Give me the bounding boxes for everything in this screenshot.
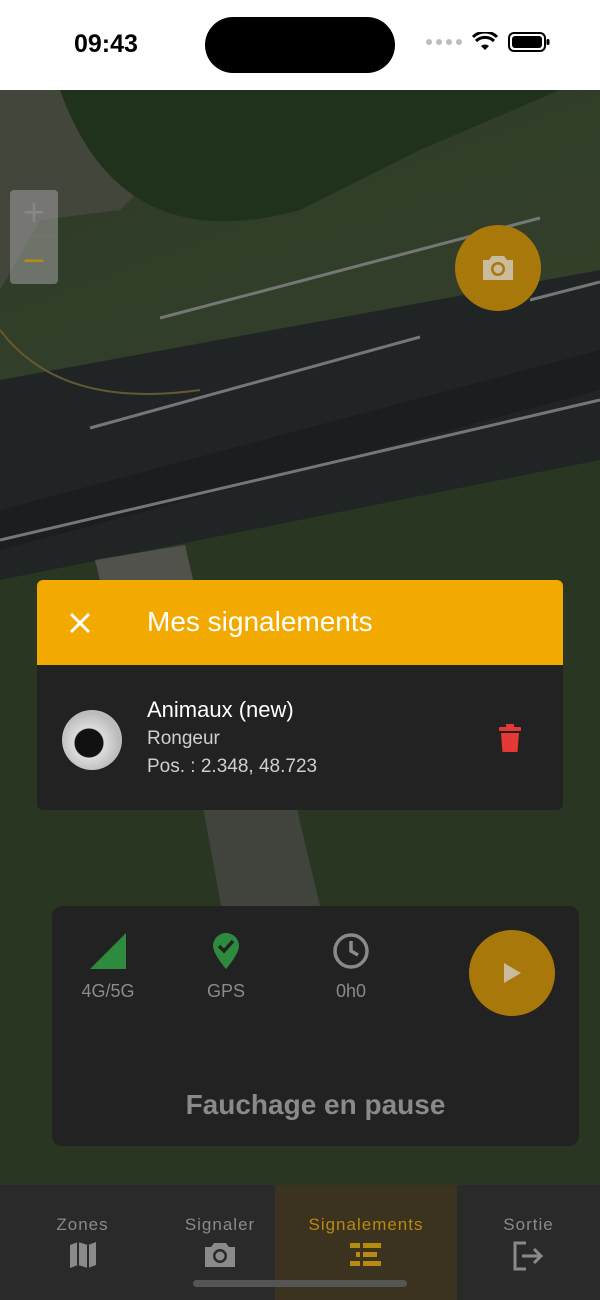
signal-icon: [90, 933, 126, 969]
camera-button[interactable]: [455, 225, 541, 311]
timer-label: 0h0: [335, 981, 367, 1001]
exit-icon: [513, 1241, 543, 1271]
gps-label: GPS: [206, 981, 245, 1001]
mowing-status-text: Fauchage en pause: [185, 1089, 446, 1120]
nav-label-signaler: Signaler: [184, 1215, 256, 1234]
report-thumbnail: [62, 710, 122, 770]
battery-icon: [508, 32, 550, 52]
close-icon: [69, 612, 91, 634]
status-icons: [426, 32, 550, 52]
home-indicator[interactable]: [193, 1280, 407, 1287]
play-button[interactable]: [469, 930, 555, 1016]
gps-check-icon: [213, 933, 239, 969]
clock-icon: [333, 933, 369, 969]
zoom-in-button[interactable]: +: [10, 190, 58, 236]
nav-label-signalements: Signalements: [308, 1215, 424, 1234]
nav-item-zones[interactable]: Zones: [0, 1185, 165, 1300]
network-indicator: 4G/5G: [58, 932, 158, 1002]
status-time: 09:43: [74, 30, 138, 58]
status-bar: 09:43: [0, 0, 600, 90]
report-subtitle: Rongeur: [147, 728, 220, 749]
timer-indicator: 0h0: [301, 932, 401, 1002]
nav-item-sortie[interactable]: Sortie: [457, 1185, 600, 1300]
map-icon: [69, 1242, 96, 1268]
play-icon: [504, 963, 521, 983]
delete-report-button[interactable]: [497, 723, 523, 758]
reports-panel-header: Mes signalements: [37, 580, 563, 665]
report-title: Animaux (new): [147, 697, 294, 722]
network-label: 4G/5G: [81, 981, 135, 1001]
nav-label-zones: Zones: [56, 1215, 109, 1234]
report-list-item[interactable]: Animaux (new) Rongeur Pos. : 2.348, 48.7…: [37, 665, 563, 810]
dynamic-island: [205, 17, 395, 73]
close-button[interactable]: [65, 608, 95, 638]
list-icon: [350, 1243, 381, 1266]
zoom-control: + −: [10, 190, 58, 284]
camera-icon: [205, 1243, 235, 1267]
panel-title: Mes signalements: [147, 606, 373, 637]
gps-indicator: GPS: [176, 932, 276, 1002]
wifi-icon: [472, 32, 498, 50]
mowing-status-panel: 4G/5G GPS 0h0 Fauchage en pause: [52, 906, 579, 1146]
zoom-out-button[interactable]: −: [10, 237, 58, 283]
reports-panel: Mes signalements Animaux (new) Rongeur P…: [37, 580, 563, 810]
cellular-icon: [426, 39, 462, 45]
nav-label-sortie: Sortie: [503, 1215, 554, 1234]
camera-icon: [483, 256, 513, 280]
trash-icon: [499, 724, 521, 752]
report-position: Pos. : 2.348, 48.723: [147, 756, 318, 777]
